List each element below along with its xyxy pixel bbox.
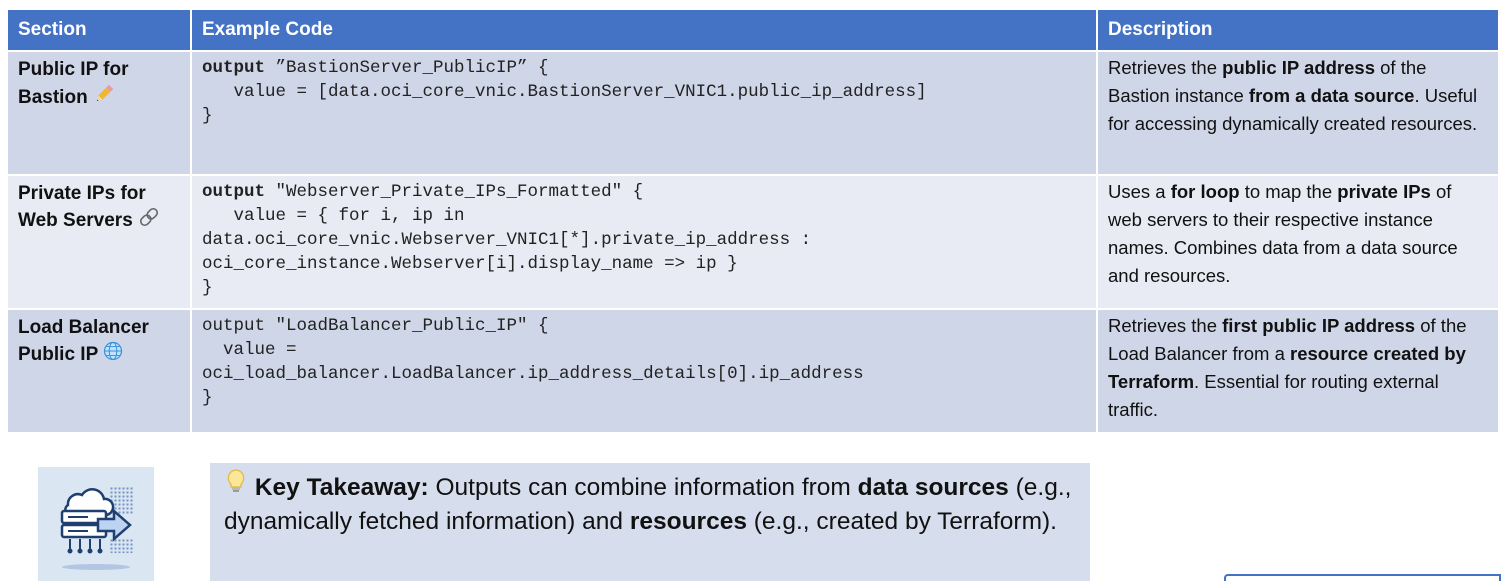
code-keyword: output bbox=[202, 58, 266, 78]
code-cell: output "LoadBalancer_Public_IP" { value … bbox=[190, 308, 1098, 434]
section-label-line1: Private IPs for bbox=[18, 183, 146, 204]
section-label-line2: Public IP bbox=[18, 344, 98, 366]
desc-text: Uses a bbox=[1108, 181, 1171, 202]
desc-bold: public IP address bbox=[1222, 57, 1375, 78]
description-cell: Retrieves the public IP address of the B… bbox=[1096, 50, 1500, 176]
table-header-row: Section Example Code Description bbox=[6, 8, 1500, 52]
code-line: value = [data.oci_core_vnic.BastionServe… bbox=[202, 82, 927, 102]
desc-bold: from a data source bbox=[1248, 85, 1415, 106]
header-section: Section bbox=[6, 8, 192, 52]
section-label-line2: Bastion bbox=[18, 87, 88, 109]
code-line: value = { for i, ip in bbox=[202, 206, 465, 226]
code-line: "Webserver_Private_IPs_Formatted" { bbox=[265, 182, 644, 202]
description-cell: Retrieves the first public IP address of… bbox=[1096, 308, 1500, 434]
desc-text: Retrieves the bbox=[1108, 57, 1223, 78]
desc-text: to map the bbox=[1239, 181, 1338, 202]
header-example-code: Example Code bbox=[190, 8, 1098, 52]
desc-bold: private IPs bbox=[1337, 181, 1431, 202]
table-row: Load Balancer Public IP output "LoadBala… bbox=[6, 308, 1500, 434]
table-row: Private IPs for Web Servers output "Webs… bbox=[6, 174, 1500, 310]
lightbulb-icon bbox=[224, 468, 248, 504]
description-cell: Uses a for loop to map the private IPs o… bbox=[1096, 174, 1500, 310]
takeaway-text: (e.g., created by Terraform). bbox=[746, 508, 1057, 535]
link-icon bbox=[138, 207, 160, 235]
cloud-server-transfer-icon bbox=[38, 467, 154, 581]
section-label-line1: Public IP for bbox=[18, 59, 129, 80]
takeaway-bold: data sources bbox=[857, 474, 1009, 501]
code-line: output "LoadBalancer_Public_IP" { bbox=[202, 316, 549, 336]
header-description: Description bbox=[1096, 8, 1500, 52]
code-block: output "LoadBalancer_Public_IP" { value … bbox=[202, 314, 1086, 410]
partial-frame bbox=[1224, 574, 1501, 581]
code-cell: output ”BastionServer_PublicIP” { value … bbox=[190, 50, 1098, 176]
takeaway-label: Key Takeaway: bbox=[254, 474, 429, 501]
code-block: output "Webserver_Private_IPs_Formatted"… bbox=[202, 180, 1086, 300]
desc-text: Retrieves the bbox=[1108, 315, 1223, 336]
code-cell: output "Webserver_Private_IPs_Formatted"… bbox=[190, 174, 1098, 310]
code-keyword: output bbox=[202, 182, 266, 202]
takeaway-bold: resources bbox=[629, 508, 747, 535]
section-cell: Private IPs for Web Servers bbox=[6, 174, 192, 310]
code-block: output ”BastionServer_PublicIP” { value … bbox=[202, 56, 1086, 128]
outputs-table: Section Example Code Description Public … bbox=[6, 8, 1500, 434]
code-line: } bbox=[202, 278, 213, 298]
pencil-icon bbox=[93, 83, 115, 113]
key-takeaway-box: Key Takeaway: Outputs can combine inform… bbox=[210, 463, 1090, 581]
table-row: Public IP for Bastion output ”BastionSer… bbox=[6, 50, 1500, 176]
code-line: ”BastionServer_PublicIP” { bbox=[265, 58, 549, 78]
code-line: } bbox=[202, 388, 213, 408]
code-line: } bbox=[202, 106, 213, 126]
takeaway-text: Outputs can combine information from bbox=[428, 474, 858, 501]
code-line: oci_load_balancer.LoadBalancer.ip_addres… bbox=[202, 364, 864, 384]
code-line: data.oci_core_vnic.Webserver_VNIC1[*].pr… bbox=[202, 230, 812, 250]
section-cell: Load Balancer Public IP bbox=[6, 308, 192, 434]
desc-bold: first public IP address bbox=[1222, 315, 1416, 336]
code-line: oci_core_instance.Webserver[i].display_n… bbox=[202, 254, 738, 274]
section-label-line2: Web Servers bbox=[18, 210, 133, 232]
code-line: value = bbox=[202, 340, 297, 360]
section-label-line1: Load Balancer bbox=[18, 317, 149, 338]
section-cell: Public IP for Bastion bbox=[6, 50, 192, 176]
desc-bold: for loop bbox=[1170, 181, 1240, 202]
globe-icon bbox=[103, 341, 123, 369]
